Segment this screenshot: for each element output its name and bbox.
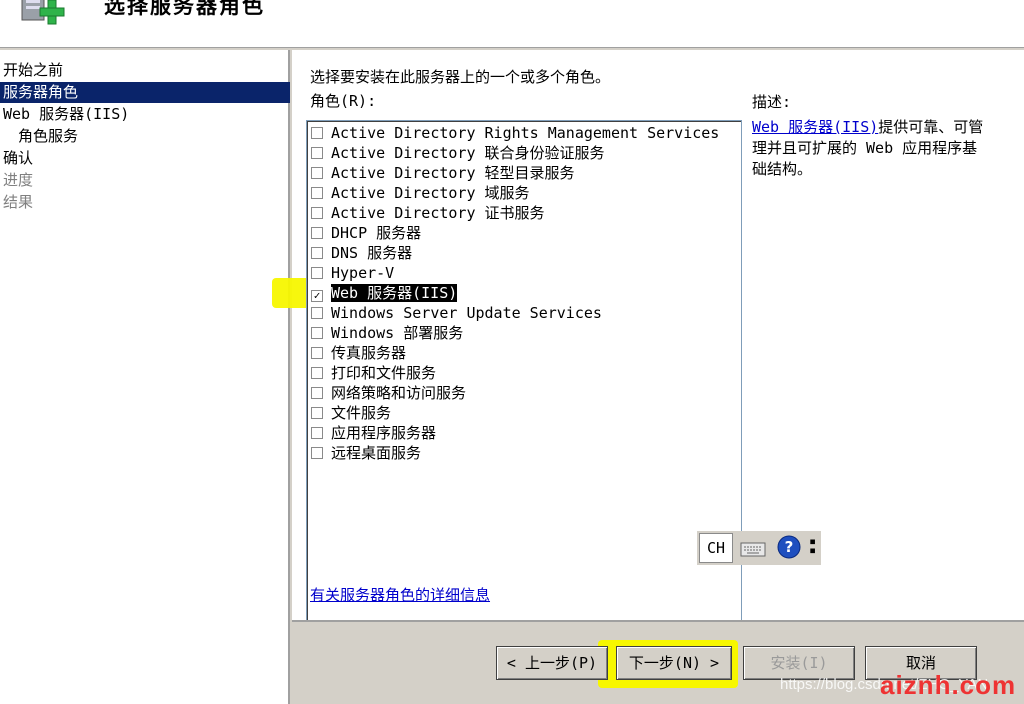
role-checkbox[interactable]: [311, 367, 323, 379]
nav-item-before-you-begin[interactable]: 开始之前: [0, 60, 290, 81]
nav-item-role-services[interactable]: 角色服务: [0, 126, 290, 147]
role-checkbox[interactable]: [311, 307, 323, 319]
keyboard-icon[interactable]: [739, 537, 767, 559]
role-checkbox-checked[interactable]: ✓: [311, 290, 323, 302]
instruction-text: 选择要安装在此服务器上的一个或多个角色。: [310, 68, 611, 86]
role-checkbox[interactable]: [311, 347, 323, 359]
wizard-header: 选择服务器角色: [0, 0, 1024, 48]
role-item[interactable]: Active Directory 联合身份验证服务: [311, 143, 605, 163]
role-item[interactable]: Active Directory 证书服务: [311, 203, 545, 223]
role-checkbox[interactable]: [311, 127, 323, 139]
description-label: 描述:: [752, 93, 792, 111]
role-item[interactable]: 文件服务: [311, 403, 391, 423]
more-info-link[interactable]: 有关服务器角色的详细信息: [310, 584, 490, 605]
server-roles-icon: [21, 0, 65, 25]
svg-text:?: ?: [785, 538, 794, 556]
role-item[interactable]: 传真服务器: [311, 343, 406, 363]
nav-item-confirmation[interactable]: 确认: [0, 148, 290, 169]
page-title: 选择服务器角色: [104, 0, 265, 18]
language-indicator[interactable]: CH: [699, 533, 733, 563]
role-checkbox[interactable]: [311, 247, 323, 259]
language-bar: CH ? ▪ ▪: [697, 531, 821, 565]
roles-list[interactable]: Active Directory Rights Management Servi…: [306, 120, 742, 628]
role-item[interactable]: 打印和文件服务: [311, 363, 436, 383]
role-item[interactable]: Windows Server Update Services: [311, 303, 602, 323]
role-item[interactable]: 应用程序服务器: [311, 423, 436, 443]
nav-item-web-server-iis[interactable]: Web 服务器(IIS): [0, 104, 290, 125]
role-item[interactable]: Active Directory 轻型目录服务: [311, 163, 575, 183]
help-icon[interactable]: ?: [777, 535, 801, 559]
nav-item-server-roles[interactable]: 服务器角色: [0, 82, 290, 103]
role-checkbox[interactable]: [311, 147, 323, 159]
role-item[interactable]: Active Directory 域服务: [311, 183, 530, 203]
role-checkbox[interactable]: [311, 267, 323, 279]
role-checkbox[interactable]: [311, 427, 323, 439]
role-checkbox[interactable]: [311, 387, 323, 399]
watermark-brand: aiznh.com: [880, 670, 1017, 700]
description-link[interactable]: Web 服务器(IIS): [752, 118, 878, 136]
previous-button[interactable]: < 上一步(P): [496, 646, 608, 680]
role-checkbox[interactable]: [311, 327, 323, 339]
install-button: 安装(I): [743, 646, 855, 680]
role-item[interactable]: Hyper-V: [311, 263, 394, 283]
wizard-nav: 开始之前 服务器角色 Web 服务器(IIS) 角色服务 确认 进度 结果: [0, 50, 290, 704]
roles-label: 角色(R):: [310, 92, 377, 110]
role-checkbox[interactable]: [311, 207, 323, 219]
role-item[interactable]: 远程桌面服务: [311, 443, 421, 463]
description-text: Web 服务器(IIS)提供可靠、可管理并且可扩展的 Web 应用程序基础结构。: [752, 118, 984, 178]
role-checkbox[interactable]: [311, 187, 323, 199]
next-button[interactable]: 下一步(N) >: [616, 646, 732, 680]
role-item-web-server[interactable]: ✓ Web 服务器(IIS): [311, 283, 458, 303]
role-checkbox[interactable]: [311, 227, 323, 239]
role-item[interactable]: Windows 部署服务: [311, 323, 463, 343]
role-item[interactable]: Active Directory Rights Management Servi…: [311, 123, 719, 143]
nav-item-results: 结果: [3, 193, 34, 211]
options-icon[interactable]: ▪ ▪: [809, 535, 816, 556]
role-item[interactable]: DNS 服务器: [311, 243, 412, 263]
nav-item-progress: 进度: [3, 171, 34, 189]
role-item[interactable]: DHCP 服务器: [311, 223, 421, 243]
role-item[interactable]: 网络策略和访问服务: [311, 383, 466, 403]
role-checkbox[interactable]: [311, 407, 323, 419]
role-checkbox[interactable]: [311, 167, 323, 179]
role-checkbox[interactable]: [311, 447, 323, 459]
